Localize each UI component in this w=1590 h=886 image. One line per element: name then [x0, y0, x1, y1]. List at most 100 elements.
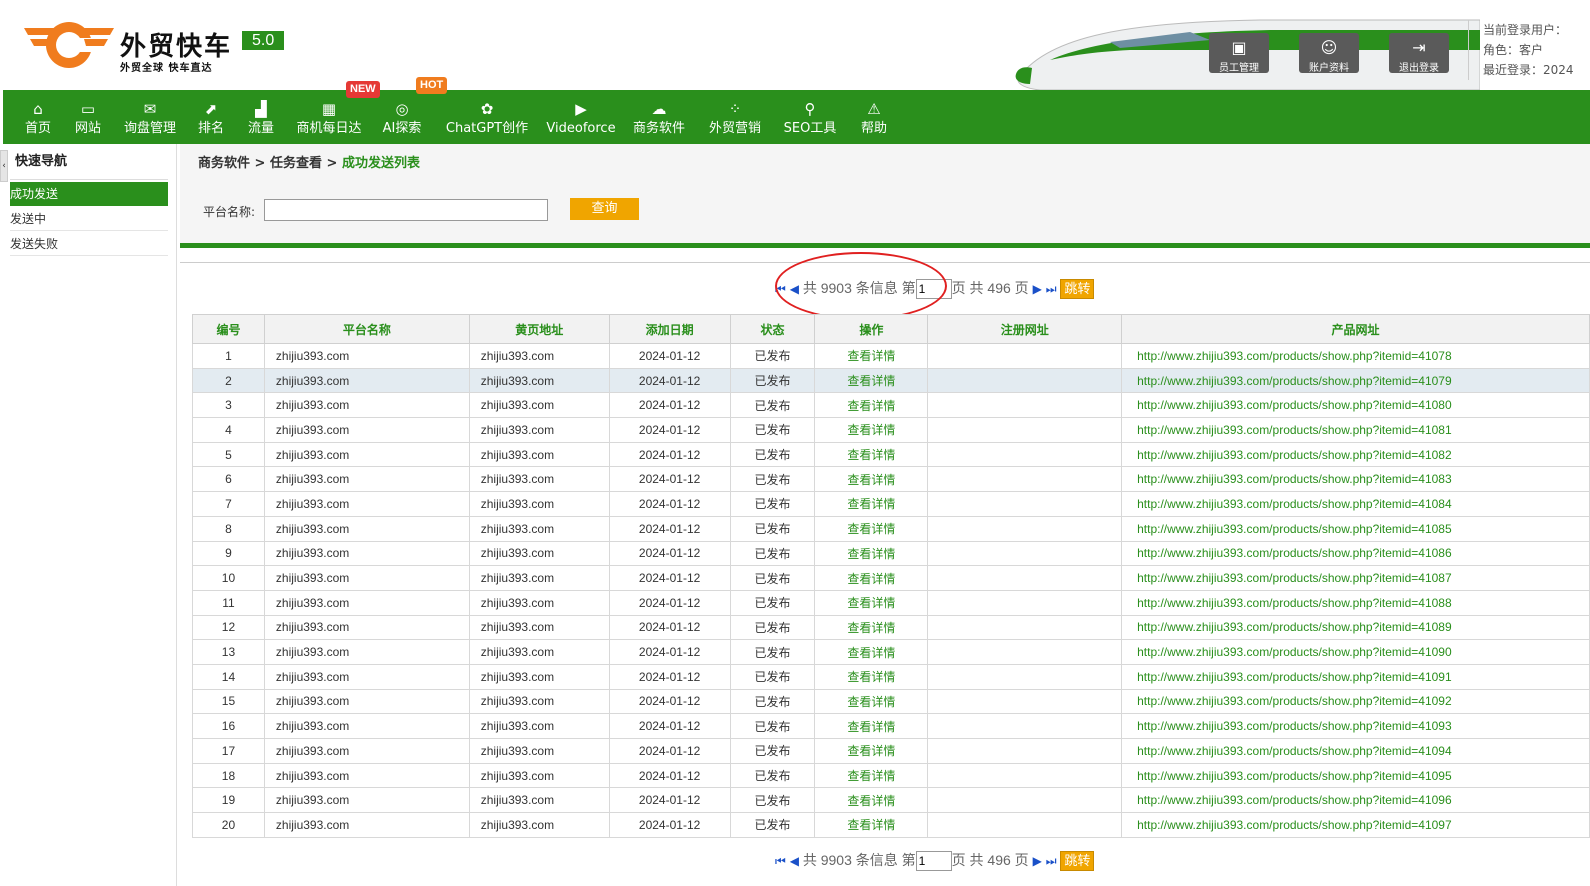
- product-url-link[interactable]: http://www.zhijiu393.com/products/show.p…: [1121, 491, 1590, 517]
- prev-page-icon[interactable]: ◀: [790, 854, 799, 868]
- view-details-link[interactable]: 查看详情: [814, 787, 929, 814]
- nav-label: Videoforce: [546, 121, 616, 136]
- product-url-link[interactable]: http://www.zhijiu393.com/products/show.p…: [1121, 812, 1590, 838]
- logout-button[interactable]: ⇥ 退出登录: [1389, 33, 1449, 74]
- product-url-link[interactable]: http://www.zhijiu393.com/products/show.p…: [1121, 688, 1590, 715]
- nav-item-help[interactable]: ⚠ 帮助: [855, 90, 893, 144]
- view-details-link[interactable]: 查看详情: [814, 491, 929, 517]
- view-details-link[interactable]: 查看详情: [814, 688, 929, 715]
- user-icon: ☺: [1320, 38, 1338, 57]
- product-url-link[interactable]: http://www.zhijiu393.com/products/show.p…: [1121, 343, 1590, 369]
- product-url-link[interactable]: http://www.zhijiu393.com/products/show.p…: [1121, 441, 1590, 468]
- cell-platform: zhijiu393.com: [263, 466, 470, 493]
- cell-platform: zhijiu393.com: [263, 441, 470, 468]
- cell-id: 11: [192, 589, 265, 616]
- view-details-link[interactable]: 查看详情: [814, 466, 929, 493]
- jump-button[interactable]: 跳转: [1060, 279, 1095, 300]
- product-url-link[interactable]: http://www.zhijiu393.com/products/show.p…: [1121, 787, 1590, 814]
- first-page-icon[interactable]: ⏮: [775, 854, 786, 869]
- nav-item-business-software[interactable]: ☁ 商务软件: [629, 90, 689, 144]
- cloud-icon: ☁: [651, 100, 667, 118]
- sidebar-item-failed[interactable]: 发送失败: [10, 232, 168, 256]
- cell-platform: zhijiu393.com: [263, 787, 470, 814]
- product-url-link[interactable]: http://www.zhijiu393.com/products/show.p…: [1121, 639, 1590, 665]
- jump-button[interactable]: 跳转: [1060, 851, 1095, 872]
- view-details-link[interactable]: 查看详情: [814, 812, 929, 838]
- product-url-link[interactable]: http://www.zhijiu393.com/products/show.p…: [1121, 762, 1590, 789]
- view-details-link[interactable]: 查看详情: [814, 540, 929, 567]
- view-details-link[interactable]: 查看详情: [814, 441, 929, 468]
- cell-date: 2024-01-12: [608, 762, 731, 789]
- next-page-icon[interactable]: ▶: [1033, 282, 1042, 296]
- nav-item-marketing[interactable]: ⁘ 外贸营销: [705, 90, 765, 144]
- cell-id: 18: [192, 762, 265, 789]
- view-details-link[interactable]: 查看详情: [814, 417, 929, 443]
- mail-icon: ✉: [143, 100, 157, 118]
- view-details-link[interactable]: 查看详情: [814, 392, 929, 419]
- product-url-link[interactable]: http://www.zhijiu393.com/products/show.p…: [1121, 417, 1590, 443]
- product-url-link[interactable]: http://www.zhijiu393.com/products/show.p…: [1121, 392, 1590, 419]
- product-url-link[interactable]: http://www.zhijiu393.com/products/show.p…: [1121, 614, 1590, 641]
- cell-date: 2024-01-12: [608, 417, 731, 443]
- nav-label: 首页: [24, 121, 51, 136]
- view-details-link[interactable]: 查看详情: [814, 367, 929, 394]
- view-details-link[interactable]: 查看详情: [814, 639, 929, 665]
- cell-date: 2024-01-12: [608, 466, 731, 493]
- product-url-link[interactable]: http://www.zhijiu393.com/products/show.p…: [1121, 565, 1590, 591]
- first-page-icon[interactable]: ⏮: [775, 282, 786, 297]
- product-url-link[interactable]: http://www.zhijiu393.com/products/show.p…: [1121, 738, 1590, 764]
- view-details-link[interactable]: 查看详情: [814, 738, 929, 764]
- sidebar-item-success[interactable]: 成功发送: [10, 182, 168, 206]
- view-details-link[interactable]: 查看详情: [814, 589, 929, 616]
- next-page-icon[interactable]: ▶: [1033, 854, 1042, 868]
- product-url-link[interactable]: http://www.zhijiu393.com/products/show.p…: [1121, 589, 1590, 616]
- nav-item-ai-explore[interactable]: ◎ AI探索: [377, 90, 427, 144]
- nav-item-seo-tools[interactable]: ⚲ SEO工具: [781, 90, 839, 144]
- page-number-input[interactable]: [915, 279, 952, 300]
- query-button[interactable]: 查询: [570, 198, 639, 220]
- nav-item-home[interactable]: ⌂ 首页: [17, 90, 59, 144]
- nav-item-traffic[interactable]: ▟ 流量: [242, 90, 280, 144]
- cell-register-url: [927, 565, 1123, 591]
- last-page-icon[interactable]: ⏭: [1046, 854, 1057, 869]
- view-details-link[interactable]: 查看详情: [814, 713, 929, 739]
- breadcrumb-task-view[interactable]: 任务查看: [270, 156, 322, 171]
- product-url-link[interactable]: http://www.zhijiu393.com/products/show.p…: [1121, 663, 1590, 690]
- breadcrumb-business-software[interactable]: 商务软件: [198, 156, 250, 171]
- page-number-input[interactable]: [915, 851, 952, 872]
- product-url-link[interactable]: http://www.zhijiu393.com/products/show.p…: [1121, 713, 1590, 739]
- nav-item-chatgpt[interactable]: ✿ ChatGPT创作: [441, 90, 533, 144]
- view-details-link[interactable]: 查看详情: [814, 663, 929, 690]
- view-details-link[interactable]: 查看详情: [814, 343, 929, 369]
- view-details-link[interactable]: 查看详情: [814, 515, 929, 542]
- ai-icon: ◎: [395, 100, 409, 118]
- platform-name-input[interactable]: [264, 199, 548, 221]
- cell-register-url: [927, 713, 1123, 739]
- cell-status: 已发布: [729, 812, 816, 838]
- product-url-link[interactable]: http://www.zhijiu393.com/products/show.p…: [1121, 367, 1590, 394]
- sidebar-item-sending[interactable]: 发送中: [10, 207, 168, 231]
- account-info-button[interactable]: ☺ 账户资料: [1299, 33, 1359, 74]
- prev-page-icon[interactable]: ◀: [790, 282, 799, 296]
- nav-item-daily-business[interactable]: ▦ 商机每日达: [293, 90, 365, 144]
- nav-item-videoforce[interactable]: ▶ Videoforce: [545, 90, 617, 144]
- platform-name-label: 平台名称:: [203, 205, 256, 219]
- view-details-link[interactable]: 查看详情: [814, 565, 929, 591]
- collapse-sidebar-icon[interactable]: ‹: [0, 150, 8, 182]
- cell-status: 已发布: [729, 466, 816, 493]
- nav-item-ranking[interactable]: ⬈ 排名: [192, 90, 230, 144]
- nav-label: 商机每日达: [296, 121, 362, 136]
- breadcrumb-separator: >: [250, 156, 270, 171]
- apps-icon: ⁘: [728, 100, 742, 118]
- product-url-link[interactable]: http://www.zhijiu393.com/products/show.p…: [1121, 466, 1590, 493]
- staff-management-button[interactable]: ▣ 员工管理: [1209, 33, 1269, 74]
- product-url-link[interactable]: http://www.zhijiu393.com/products/show.p…: [1121, 540, 1590, 567]
- view-details-link[interactable]: 查看详情: [814, 762, 929, 789]
- cell-date: 2024-01-12: [608, 713, 731, 739]
- nav-item-inquiry[interactable]: ✉ 询盘管理: [120, 90, 180, 144]
- last-page-icon[interactable]: ⏭: [1046, 282, 1057, 297]
- product-url-link[interactable]: http://www.zhijiu393.com/products/show.p…: [1121, 515, 1590, 542]
- view-details-link[interactable]: 查看详情: [814, 614, 929, 641]
- nav-item-website[interactable]: ▭ 网站: [67, 90, 109, 144]
- cell-status: 已发布: [729, 417, 816, 443]
